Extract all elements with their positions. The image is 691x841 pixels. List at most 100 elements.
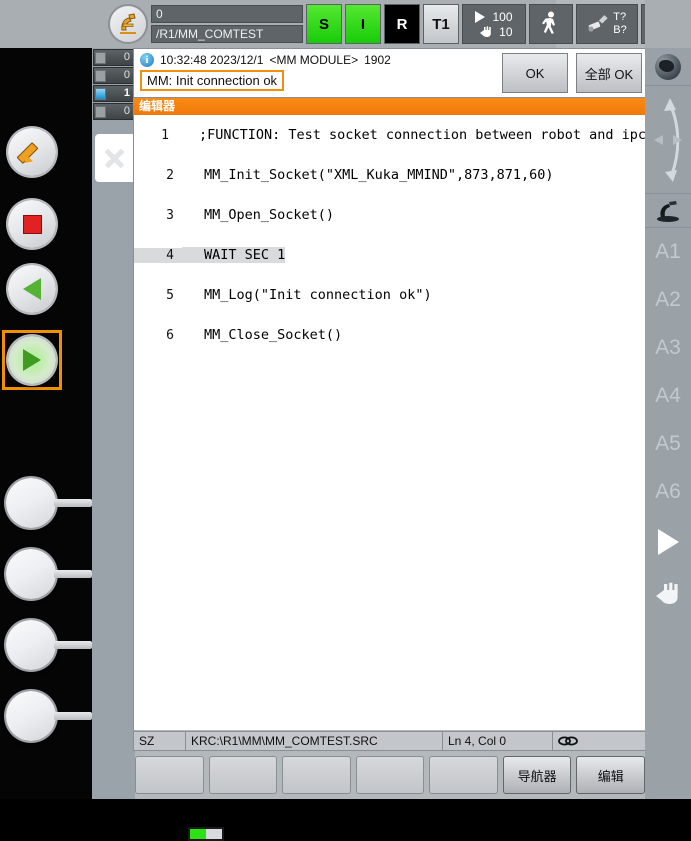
- line-text[interactable]: MM_Open_Socket(): [182, 207, 334, 223]
- hardware-button-stop[interactable]: [8, 200, 56, 248]
- indicator-r[interactable]: R: [384, 4, 420, 44]
- info-icon: i: [140, 53, 154, 67]
- main-menu-button[interactable]: [108, 4, 148, 44]
- tool-base-icon: [588, 15, 608, 32]
- program-info-fields: 0 /R1/MM_COMTEST: [151, 5, 303, 43]
- hardware-button-blank-3[interactable]: [6, 620, 56, 670]
- hardware-button-start-backward[interactable]: [8, 265, 56, 313]
- softkey-4[interactable]: [355, 756, 425, 794]
- line-text[interactable]: WAIT SEC 1: [182, 247, 286, 263]
- line-number: 5: [166, 287, 174, 303]
- status-file-path: KRC:\R1\MM\MM_COMTEST.SRC: [186, 732, 443, 750]
- robot-axis-button[interactable]: [645, 194, 691, 228]
- hardware-stem-3: [54, 641, 92, 649]
- close-x-icon: [102, 146, 126, 170]
- message-notification-bar: i 10:32:48 2023/12/1 <MM MODULE> 1902 MM…: [133, 48, 647, 98]
- world-coordinate-globe-icon: [655, 53, 681, 80]
- message-text[interactable]: MM: Init connection ok: [140, 70, 285, 91]
- hardware-button-edit-pencil[interactable]: [8, 128, 56, 176]
- axis-label-a5[interactable]: A5: [645, 420, 691, 468]
- close-panel-button[interactable]: [95, 134, 133, 182]
- jog-play-button[interactable]: [645, 516, 691, 568]
- code-line[interactable]: 6 MM_Close_Socket(): [134, 315, 646, 355]
- jog-direction-arrows-icon: [654, 97, 682, 182]
- hardware-button-blank-4[interactable]: [6, 691, 56, 741]
- dialog-message-icon: [95, 105, 106, 118]
- editor-header-title: 编辑器: [133, 98, 647, 115]
- status-cursor-position: Ln 4, Col 0: [443, 732, 553, 750]
- code-line[interactable]: 5 MM_Log("Init connection ok"): [134, 275, 646, 315]
- message-header: i 10:32:48 2023/12/1 <MM MODULE> 1902: [140, 53, 498, 67]
- message-source: <MM MODULE>: [269, 53, 359, 67]
- edit-pencil-icon: [19, 139, 45, 165]
- info-message-icon: [95, 87, 106, 100]
- axis-label-a2[interactable]: A2: [645, 276, 691, 324]
- program-number-field[interactable]: 0: [151, 5, 303, 23]
- line-number: 1: [161, 127, 169, 143]
- operating-mode-t1[interactable]: T1: [423, 4, 459, 44]
- hardware-button-start-forward[interactable]: [8, 336, 56, 384]
- indicator-i[interactable]: I: [345, 4, 381, 44]
- top-status-bar: 0 /R1/MM_COMTEST S I R T1 100 10 T? B?: [0, 0, 691, 48]
- ack-count: 0: [123, 51, 130, 63]
- code-line[interactable]: 3 MM_Open_Socket(): [134, 195, 646, 235]
- warning-message-icon: [95, 69, 106, 82]
- line-text[interactable]: ;FUNCTION: Test socket connection betwee…: [177, 127, 646, 143]
- softkey-1[interactable]: [135, 756, 204, 794]
- warning-count: 0: [123, 69, 130, 81]
- jog-direction-button[interactable]: [645, 86, 691, 194]
- jog-override-button[interactable]: [645, 568, 691, 620]
- walking-person-icon: [542, 11, 555, 34]
- battery-level-fill: [190, 829, 206, 839]
- axis-label-a4[interactable]: A4: [645, 372, 691, 420]
- status-link[interactable]: [553, 732, 646, 750]
- battery-indicator: [188, 827, 224, 841]
- jog-mode-panel[interactable]: [529, 4, 573, 44]
- hardware-button-blank-1[interactable]: [6, 478, 56, 528]
- hardware-stem-2: [54, 570, 92, 578]
- code-editor-area[interactable]: 1 ;FUNCTION: Test socket connection betw…: [133, 115, 647, 730]
- line-text[interactable]: MM_Log("Init connection ok"): [182, 287, 432, 303]
- code-line[interactable]: 2 MM_Init_Socket("XML_Kuka_MMIND",873,87…: [134, 155, 646, 195]
- jog-override-value: 10: [499, 24, 513, 39]
- status-counter-warning[interactable]: 0: [93, 67, 134, 84]
- start-forward-icon: [23, 349, 41, 371]
- line-text[interactable]: MM_Close_Socket(): [182, 327, 342, 343]
- softkey-5[interactable]: [429, 756, 498, 794]
- hand-jog-icon: [656, 582, 678, 604]
- tool-base-panel[interactable]: T? B?: [576, 4, 638, 44]
- hardware-button-blank-2[interactable]: [6, 549, 56, 599]
- stop-square-icon: [22, 214, 42, 234]
- program-path-field[interactable]: /R1/MM_COMTEST: [151, 25, 303, 43]
- chain-link-icon: [558, 736, 578, 746]
- softkey-navigator[interactable]: 导航器: [502, 756, 572, 794]
- line-text[interactable]: MM_Init_Socket("XML_Kuka_MMIND",873,871,…: [182, 167, 554, 183]
- dialog-count: 0: [123, 105, 130, 117]
- softkey-edit[interactable]: 编辑: [576, 756, 646, 794]
- info-count: 1: [123, 87, 130, 99]
- line-number: 6: [166, 327, 174, 343]
- status-counter-ack[interactable]: 0: [93, 49, 134, 66]
- hardware-stem-4: [54, 712, 92, 720]
- indicator-s[interactable]: S: [306, 4, 342, 44]
- message-ok-button[interactable]: OK: [502, 53, 568, 93]
- status-counter-dialog[interactable]: 0: [93, 103, 134, 120]
- softkey-2[interactable]: [208, 756, 278, 794]
- right-sidebar-spacer: [645, 0, 691, 48]
- line-number: 3: [166, 207, 174, 223]
- axis-label-a1[interactable]: A1: [645, 228, 691, 276]
- robot-axis-icon: [657, 200, 679, 222]
- override-panel[interactable]: 100 10: [462, 4, 526, 44]
- softkey-3[interactable]: [282, 756, 351, 794]
- axis-label-a6[interactable]: A6: [645, 468, 691, 516]
- coordinate-system-button[interactable]: [645, 48, 691, 86]
- status-counter-info[interactable]: 1: [93, 85, 134, 102]
- code-line-selected[interactable]: 4 WAIT SEC 1: [134, 235, 646, 275]
- message-ok-all-button[interactable]: 全部 OK: [576, 53, 642, 93]
- play-triangle-icon: [475, 10, 486, 23]
- message-code: 1902: [364, 53, 391, 67]
- hand-jog-icon: [480, 25, 491, 37]
- code-line[interactable]: 1 ;FUNCTION: Test socket connection betw…: [134, 115, 646, 155]
- editor-status-bar: SZ KRC:\R1\MM\MM_COMTEST.SRC Ln 4, Col 0: [133, 731, 647, 751]
- axis-label-a3[interactable]: A3: [645, 324, 691, 372]
